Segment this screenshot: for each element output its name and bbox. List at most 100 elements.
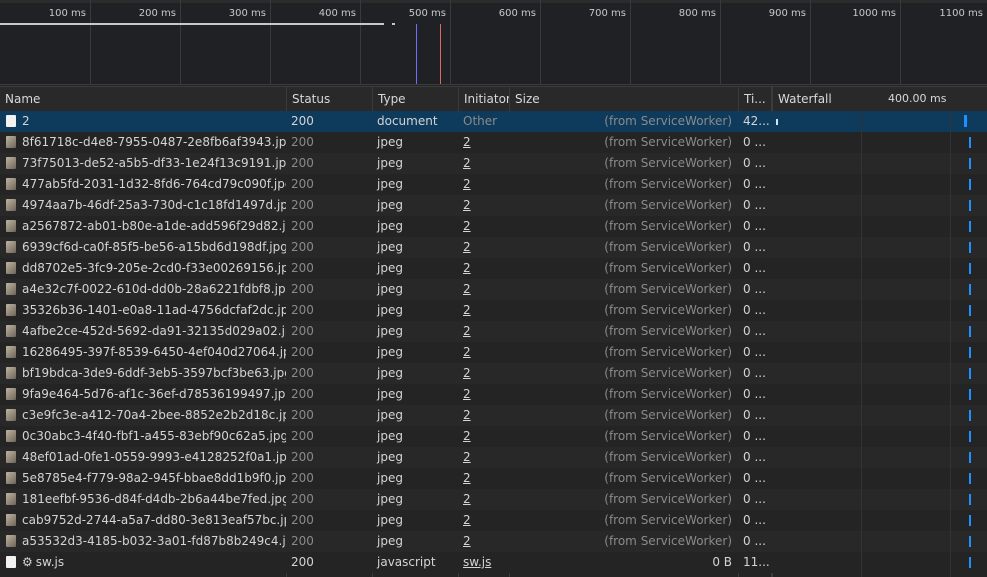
request-size: (from ServiceWorker) [604, 324, 732, 338]
request-initiator-link[interactable]: 2 [463, 408, 471, 422]
request-initiator-link[interactable]: 2 [463, 366, 471, 380]
request-initiator-cell: 2 [458, 384, 509, 405]
request-waterfall [771, 195, 987, 216]
request-name-cell[interactable]: 16286495-397f-8539-6450-4ef040d27064.jpg [0, 342, 286, 363]
request-name-cell[interactable]: 6939cf6d-ca0f-85f5-be56-a15bd6d198df.jpg [0, 237, 286, 258]
request-status: 200 [291, 114, 314, 128]
request-waterfall [771, 300, 987, 321]
request-name: 5e8785e4-f779-98a2-945f-bbae8dd1b9f0.jpg [22, 471, 286, 485]
column-header-type[interactable]: Type [372, 87, 458, 111]
request-name-cell[interactable]: dd8702e5-3fc9-205e-2cd0-f33e00269156.jpg [0, 258, 286, 279]
request-status: 200 [291, 450, 314, 464]
column-header-size[interactable]: Size [509, 87, 738, 111]
request-initiator-link[interactable]: 2 [463, 492, 471, 506]
request-row[interactable]: 8f61718c-d4e8-7955-0487-2e8fb6af3943.jpg… [0, 132, 987, 153]
request-row[interactable]: 73f75013-de52-a5b5-df33-1e24f13c9191.jpg… [0, 153, 987, 174]
request-status: 200 [291, 366, 314, 380]
request-initiator-link[interactable]: 2 [463, 303, 471, 317]
request-row[interactable]: a4e32c7f-0022-610d-dd0b-28a6221fdbf8.jpg… [0, 279, 987, 300]
column-header-waterfall[interactable]: Waterfall [771, 87, 987, 111]
request-initiator-link[interactable]: 2 [463, 450, 471, 464]
request-row[interactable]: 0c30abc3-4f40-fbf1-a455-83ebf90c62a5.jpg… [0, 426, 987, 447]
request-name-cell[interactable]: 9fa9e464-5d76-af1c-36ef-d78536199497.jpg [0, 384, 286, 405]
column-header-initiator[interactable]: Initiator [458, 87, 509, 111]
request-waterfall [771, 489, 987, 510]
request-initiator-link[interactable]: 2 [463, 219, 471, 233]
request-row[interactable]: cab9752d-2744-a5a7-dd80-3e813eaf57bc.jpg… [0, 510, 987, 531]
request-row[interactable]: 181eefbf-9536-d84f-d4db-2b6a44be7fed.jpg… [0, 489, 987, 510]
request-name-cell[interactable]: a2567872-ab01-b80e-a1de-add596f29d82.jpg [0, 216, 286, 237]
request-row[interactable]: 477ab5fd-2031-1d32-8fd6-764cd79c090f.jpg… [0, 174, 987, 195]
column-header-time[interactable]: Ti... [738, 87, 771, 111]
request-initiator-link[interactable]: 2 [463, 240, 471, 254]
request-time: 0 ... [743, 513, 766, 527]
request-name-cell[interactable]: 35326b36-1401-e0a8-11ad-4756dcfaf2dc.jpg [0, 300, 286, 321]
request-row[interactable]: a2567872-ab01-b80e-a1de-add596f29d82.jpg… [0, 216, 987, 237]
request-name-cell[interactable]: 5e8785e4-f779-98a2-945f-bbae8dd1b9f0.jpg [0, 468, 286, 489]
request-time: 0 ... [743, 492, 766, 506]
request-row[interactable]: 9fa9e464-5d76-af1c-36ef-d78536199497.jpg… [0, 384, 987, 405]
request-row[interactable]: c3e9fc3e-a412-70a4-2bee-8852e2b2d18c.jpg… [0, 405, 987, 426]
request-type: jpeg [377, 240, 403, 254]
request-name-cell[interactable]: 4974aa7b-46df-25a3-730d-c1c18fd1497d.jpg [0, 195, 286, 216]
request-row[interactable]: 4afbe2ce-452d-5692-da91-32135d029a02.jpg… [0, 321, 987, 342]
request-initiator-link[interactable]: 2 [463, 156, 471, 170]
request-type: jpeg [377, 450, 403, 464]
request-initiator-link[interactable]: 2 [463, 135, 471, 149]
request-name-cell[interactable]: 73f75013-de52-a5b5-df33-1e24f13c9191.jpg [0, 153, 286, 174]
request-name-cell[interactable]: 2 [0, 111, 286, 132]
request-row[interactable]: 4974aa7b-46df-25a3-730d-c1c18fd1497d.jpg… [0, 195, 987, 216]
request-name-cell[interactable]: a4e32c7f-0022-610d-dd0b-28a6221fdbf8.jpg [0, 279, 286, 300]
overview-tick-label: 1100 ms [939, 8, 983, 19]
waterfall-bar [969, 452, 971, 463]
request-size: (from ServiceWorker) [604, 492, 732, 506]
request-name: 48ef01ad-0fe1-0559-9993-e4128252f0a1.jpg [22, 450, 286, 464]
request-initiator-link[interactable]: 2 [463, 177, 471, 191]
request-initiator-link[interactable]: 2 [463, 387, 471, 401]
request-row[interactable]: bf19bdca-3de9-6ddf-3eb5-3597bcf3be63.jpg… [0, 363, 987, 384]
image-icon [6, 346, 16, 358]
request-name-cell[interactable]: 0c30abc3-4f40-fbf1-a455-83ebf90c62a5.jpg [0, 426, 286, 447]
waterfall-bar [969, 557, 971, 568]
request-name-cell[interactable]: bf19bdca-3de9-6ddf-3eb5-3597bcf3be63.jpg [0, 363, 286, 384]
request-name-cell[interactable]: cab9752d-2744-a5a7-dd80-3e813eaf57bc.jpg [0, 510, 286, 531]
request-name-cell[interactable]: 8f61718c-d4e8-7955-0487-2e8fb6af3943.jpg [0, 132, 286, 153]
request-row[interactable]: 6939cf6d-ca0f-85f5-be56-a15bd6d198df.jpg… [0, 237, 987, 258]
request-initiator: Other [463, 114, 498, 128]
request-name-cell[interactable]: c3e9fc3e-a412-70a4-2bee-8852e2b2d18c.jpg [0, 405, 286, 426]
request-status: 200 [291, 198, 314, 212]
request-type: jpeg [377, 345, 403, 359]
request-row[interactable]: 5e8785e4-f779-98a2-945f-bbae8dd1b9f0.jpg… [0, 468, 987, 489]
request-initiator-link[interactable]: sw.js [463, 555, 491, 569]
overview-timeline[interactable]: 100 ms 200 ms 300 ms 400 ms 500 ms 600 ms 700 … [0, 0, 987, 85]
request-row[interactable]: 35326b36-1401-e0a8-11ad-4756dcfaf2dc.jpg… [0, 300, 987, 321]
image-icon [6, 241, 16, 253]
request-name-cell[interactable]: 477ab5fd-2031-1d32-8fd6-764cd79c090f.jpg [0, 174, 286, 195]
request-row[interactable]: 16286495-397f-8539-6450-4ef040d27064.jpg… [0, 342, 987, 363]
request-initiator-link[interactable]: 2 [463, 534, 471, 548]
request-name-cell[interactable]: 4afbe2ce-452d-5692-da91-32135d029a02.jpg [0, 321, 286, 342]
request-name-cell[interactable]: 48ef01ad-0fe1-0559-9993-e4128252f0a1.jpg [0, 447, 286, 468]
request-name-cell[interactable]: 181eefbf-9536-d84f-d4db-2b6a44be7fed.jpg [0, 489, 286, 510]
request-time: 0 ... [743, 303, 766, 317]
request-initiator-link[interactable]: 2 [463, 471, 471, 485]
request-waterfall [771, 363, 987, 384]
request-initiator-link[interactable]: 2 [463, 198, 471, 212]
request-name: 6939cf6d-ca0f-85f5-be56-a15bd6d198df.jpg [22, 240, 286, 254]
request-row[interactable]: dd8702e5-3fc9-205e-2cd0-f33e00269156.jpg… [0, 258, 987, 279]
request-initiator-link[interactable]: 2 [463, 282, 471, 296]
request-initiator-link[interactable]: 2 [463, 261, 471, 275]
column-header-status[interactable]: Status [286, 87, 372, 111]
request-row[interactable]: 2 200 document Other (from ServiceWorker… [0, 111, 987, 132]
request-row[interactable]: ⚙ sw.js 200 javascript sw.js 0 B 11... [0, 552, 987, 573]
request-row[interactable]: 48ef01ad-0fe1-0559-9993-e4128252f0a1.jpg… [0, 447, 987, 468]
request-row[interactable]: a53532d3-4185-b032-3a01-fd87b8b249c4.jpg… [0, 531, 987, 552]
request-initiator-link[interactable]: 2 [463, 345, 471, 359]
request-initiator-link[interactable]: 2 [463, 324, 471, 338]
column-header-name[interactable]: Name [0, 87, 286, 111]
request-initiator-link[interactable]: 2 [463, 513, 471, 527]
request-name-cell[interactable]: ⚙ sw.js [0, 552, 286, 573]
request-initiator-link[interactable]: 2 [463, 429, 471, 443]
waterfall-bar [969, 431, 971, 442]
request-name-cell[interactable]: a53532d3-4185-b032-3a01-fd87b8b249c4.jpg [0, 531, 286, 552]
